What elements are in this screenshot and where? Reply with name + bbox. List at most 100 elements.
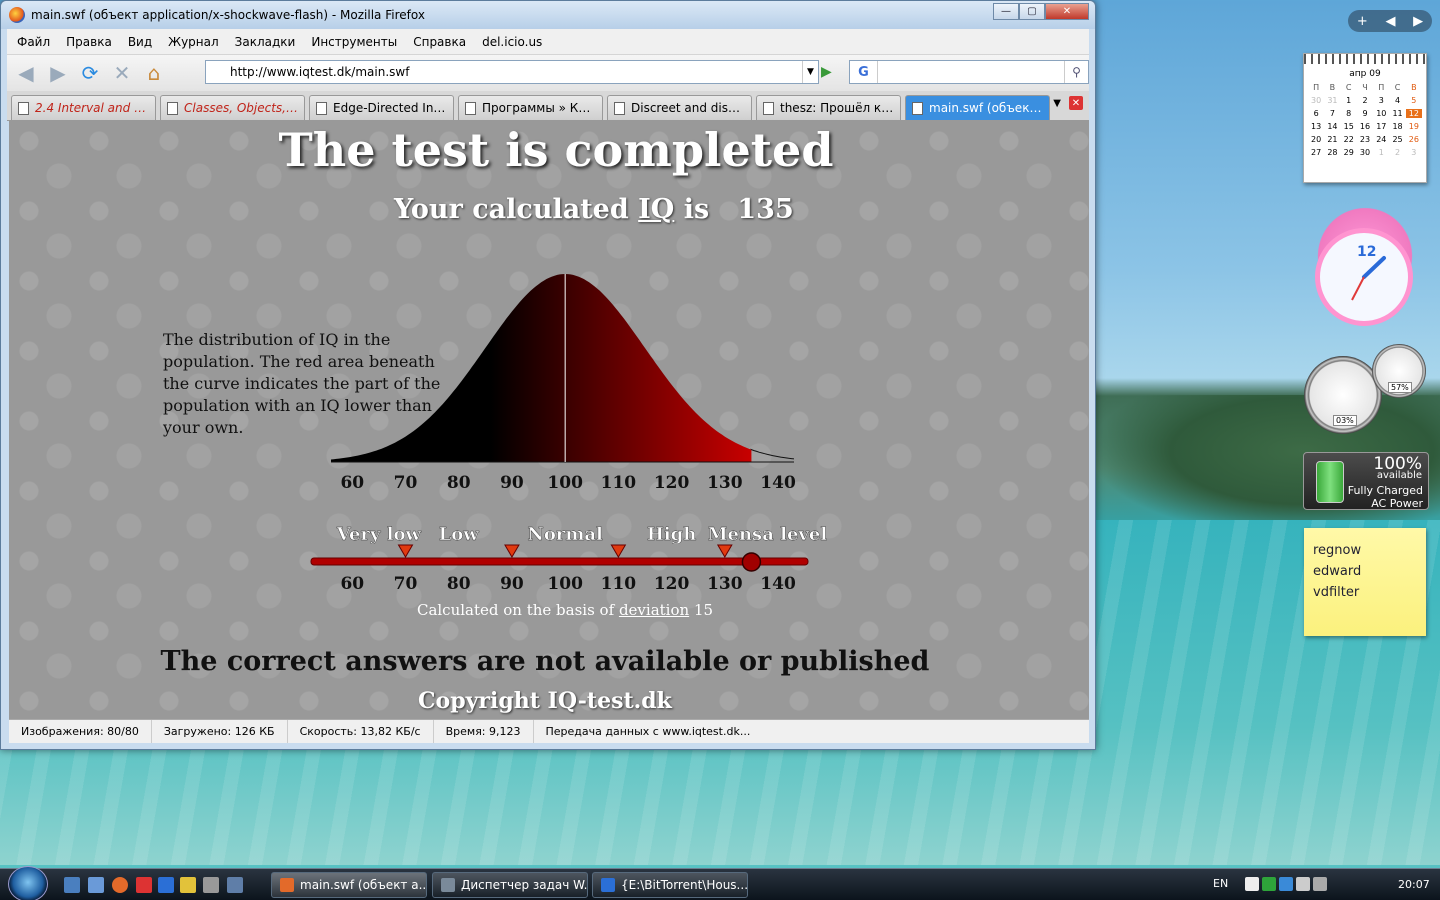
battery-gadget[interactable]: 100% available Fully Charged AC Power: [1303, 452, 1429, 510]
close-tab-icon[interactable]: ✕: [1069, 96, 1083, 110]
calendar-day[interactable]: 5: [1406, 96, 1422, 105]
calendar-day[interactable]: 6: [1308, 109, 1324, 118]
menu-item[interactable]: Правка: [66, 35, 112, 49]
home-icon[interactable]: ⌂: [141, 60, 167, 86]
menu-item[interactable]: Журнал: [168, 35, 219, 49]
app-quicklaunch-icon[interactable]: [180, 877, 196, 893]
settings-quicklaunch-icon[interactable]: [203, 877, 219, 893]
browser-tab[interactable]: thesz: Прошёл ку...: [756, 95, 901, 120]
browser-tab[interactable]: Classes, Objects, a...: [160, 95, 305, 120]
tray-app-icon[interactable]: [1279, 877, 1293, 891]
browser-tab[interactable]: main.swf (объект...: [905, 95, 1050, 120]
minimize-button[interactable]: —: [993, 3, 1019, 20]
calendar-day[interactable]: 1: [1373, 148, 1389, 157]
menu-item[interactable]: Справка: [413, 35, 466, 49]
calendar-day[interactable]: 16: [1357, 122, 1373, 131]
stop-icon[interactable]: ✕: [109, 60, 135, 86]
calendar-day[interactable]: 19: [1406, 122, 1422, 131]
calendar-day[interactable]: 2: [1389, 148, 1405, 157]
sticky-note[interactable]: regnow edward vdfilter: [1304, 528, 1426, 636]
calendar-day[interactable]: 30: [1357, 148, 1373, 157]
deviation-link[interactable]: deviation: [619, 601, 689, 619]
calendar-day[interactable]: 14: [1324, 122, 1340, 131]
calendar-day[interactable]: 3: [1373, 96, 1389, 105]
prev-gadget-icon[interactable]: ◀: [1385, 14, 1395, 29]
clock-gadget[interactable]: 12: [1310, 200, 1420, 328]
menu-item[interactable]: Файл: [17, 35, 50, 49]
language-indicator[interactable]: EN: [1213, 877, 1228, 890]
calendar-day[interactable]: 12: [1405, 109, 1422, 118]
browser-tab[interactable]: Edge-Directed Inte...: [309, 95, 454, 120]
calendar-day[interactable]: 20: [1308, 135, 1324, 144]
calendar-day[interactable]: 28: [1324, 148, 1340, 157]
calendar-day[interactable]: 15: [1341, 122, 1357, 131]
app-quicklaunch-icon[interactable]: [158, 877, 174, 893]
next-gadget-icon[interactable]: ▶: [1413, 14, 1423, 29]
calendar-day[interactable]: 22: [1341, 135, 1357, 144]
go-icon[interactable]: ▶: [821, 64, 832, 80]
tray-volume-icon[interactable]: [1313, 877, 1327, 891]
sidebar-controls[interactable]: + ◀ ▶: [1348, 10, 1432, 32]
calendar-day[interactable]: 1: [1341, 96, 1357, 105]
taskbar-button[interactable]: {E:\BitTorrent\Hous...: [592, 872, 748, 898]
close-button[interactable]: ✕: [1045, 3, 1089, 20]
calendar-day[interactable]: 18: [1389, 122, 1405, 131]
back-arrow-icon[interactable]: ◀: [13, 60, 39, 86]
reload-icon[interactable]: ⟳: [77, 60, 103, 86]
firefox-quicklaunch-icon[interactable]: [112, 877, 128, 893]
menu-item[interactable]: del.icio.us: [482, 35, 542, 49]
menu-item[interactable]: Закладки: [235, 35, 296, 49]
tray-network-icon[interactable]: [1296, 877, 1310, 891]
search-field[interactable]: G ⚲: [849, 60, 1089, 84]
title-bar[interactable]: main.swf (объект application/x-shockwave…: [1, 1, 1095, 29]
calendar-day[interactable]: 24: [1373, 135, 1389, 144]
switch-windows-icon[interactable]: [88, 877, 104, 893]
cpu-value: 03%: [1333, 415, 1357, 426]
add-gadget-icon[interactable]: +: [1357, 14, 1368, 29]
calendar-day[interactable]: 13: [1308, 122, 1324, 131]
calendar-day[interactable]: 30: [1308, 96, 1324, 105]
menu-item[interactable]: Инструменты: [311, 35, 397, 49]
browser-tab[interactable]: Discreet and discre...: [607, 95, 752, 120]
search-engine-icon[interactable]: G: [850, 61, 878, 83]
calendar-day[interactable]: 25: [1389, 135, 1405, 144]
taskbar-button[interactable]: main.swf (объект a...: [271, 872, 427, 898]
browser-tab[interactable]: 2.4 Interval and Do...: [11, 95, 156, 120]
taskbar-button-label: main.swf (объект a...: [300, 878, 427, 892]
forward-arrow-icon[interactable]: ▶: [45, 60, 71, 86]
calendar-day[interactable]: 7: [1324, 109, 1340, 118]
clock-time[interactable]: 20:07: [1398, 878, 1430, 891]
calendar-day[interactable]: 23: [1357, 135, 1373, 144]
calendar-day[interactable]: 27: [1308, 148, 1324, 157]
calendar-day[interactable]: 29: [1341, 148, 1357, 157]
taskbar-button[interactable]: Диспетчер задач W...: [432, 872, 588, 898]
calendar-day[interactable]: 31: [1324, 96, 1340, 105]
maximize-button[interactable]: ▢: [1019, 3, 1045, 20]
calendar-month[interactable]: апр 09: [1304, 69, 1426, 79]
app-quicklaunch-icon[interactable]: [227, 877, 243, 893]
menu-item[interactable]: Вид: [128, 35, 152, 49]
url-field[interactable]: http://www.iqtest.dk/main.swf ▼: [205, 60, 819, 84]
calendar-day[interactable]: 21: [1324, 135, 1340, 144]
browser-tab[interactable]: Программы » Клу...: [458, 95, 603, 120]
calendar-day[interactable]: 9: [1357, 109, 1373, 118]
firefox-window[interactable]: main.swf (объект application/x-shockwave…: [0, 0, 1096, 750]
calendar-day[interactable]: 10: [1373, 109, 1389, 118]
calendar-day[interactable]: 26: [1406, 135, 1422, 144]
calendar-day[interactable]: 2: [1357, 96, 1373, 105]
tray-app-icon[interactable]: [1262, 877, 1276, 891]
start-button[interactable]: [8, 866, 48, 900]
calendar-day[interactable]: 17: [1373, 122, 1389, 131]
flash-content[interactable]: The test is completed Your calculated IQ…: [9, 121, 1089, 719]
show-desktop-icon[interactable]: [64, 877, 80, 893]
tray-app-icon[interactable]: [1245, 877, 1259, 891]
calendar-gadget[interactable]: апр 09 П В С Ч П С В 30 31 1 2 3 4 5 6 7 8 9 10 11 12 13 14 15 1…: [1303, 53, 1427, 183]
app-quicklaunch-icon[interactable]: [136, 877, 152, 893]
calendar-day[interactable]: 4: [1389, 96, 1405, 105]
calendar-day[interactable]: 8: [1341, 109, 1357, 118]
url-dropdown-icon[interactable]: ▼: [802, 61, 818, 83]
tab-list-icon[interactable]: ▼: [1053, 98, 1061, 109]
calendar-day[interactable]: 11: [1389, 109, 1405, 118]
search-icon[interactable]: ⚲: [1064, 61, 1088, 83]
calendar-day[interactable]: 3: [1406, 148, 1422, 157]
